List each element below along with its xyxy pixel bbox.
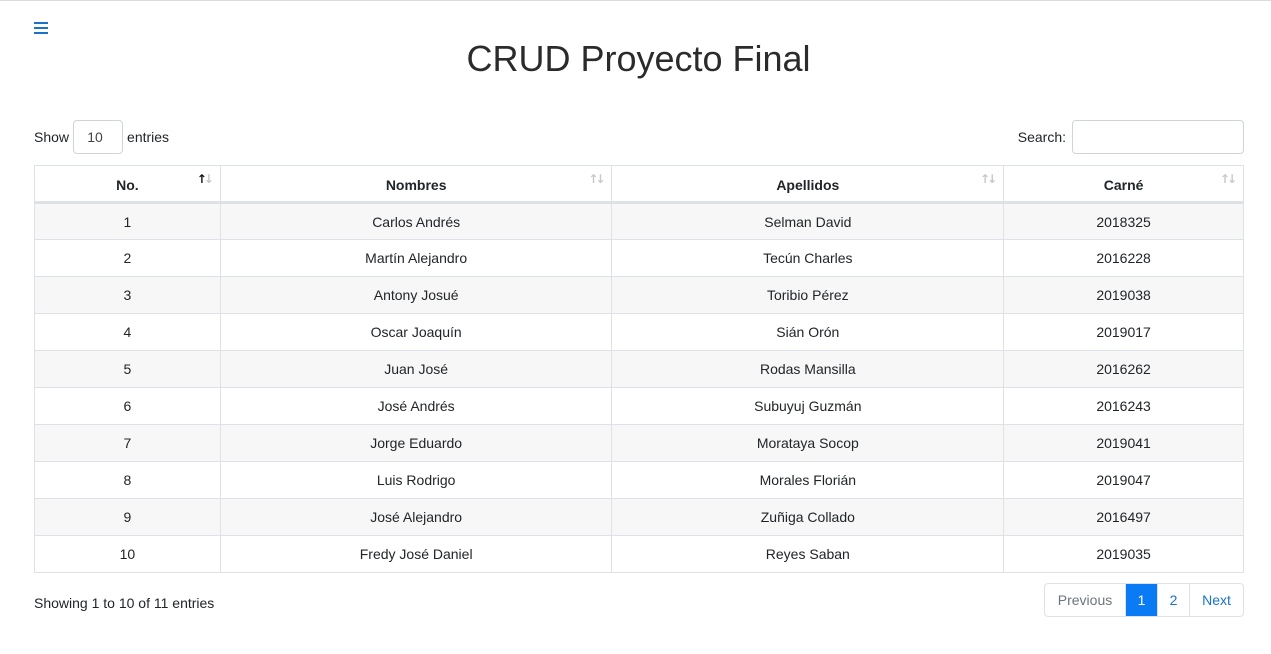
cell-apellidos: Subuyuj Guzmán xyxy=(611,387,1005,425)
cell-no: 4 xyxy=(34,313,221,351)
show-label: Show xyxy=(34,129,70,145)
students-table: No. ↑↓ Nombres ↑↓ Apellidos ↑↓ Carné ↑↓ … xyxy=(34,165,1244,573)
top-divider xyxy=(0,0,1271,1)
table-info-text: Showing 1 to 10 of 11 entries xyxy=(34,595,215,611)
cell-nombres: Antony Josué xyxy=(219,276,613,314)
sort-arrows-icon: ↑↓ xyxy=(588,172,605,186)
cell-carne: 2016243 xyxy=(1003,387,1244,425)
cell-no: 6 xyxy=(34,387,221,425)
cell-nombres: Martín Alejandro xyxy=(219,239,613,277)
cell-apellidos: Tecún Charles xyxy=(611,239,1005,277)
sort-arrows-icon: ↑↓ xyxy=(196,172,214,186)
column-header-label: Nombres xyxy=(385,176,447,193)
table-row[interactable]: 3 Antony Josué Toribio Pérez 2019038 xyxy=(34,276,1244,314)
cell-no: 10 xyxy=(34,535,221,573)
cell-carne: 2019038 xyxy=(1003,276,1244,314)
column-header-nombres[interactable]: Nombres ↑↓ xyxy=(219,165,613,204)
cell-carne: 2016228 xyxy=(1003,239,1244,277)
table-row[interactable]: 2 Martín Alejandro Tecún Charles 2016228 xyxy=(34,239,1244,277)
cell-apellidos: Reyes Saban xyxy=(611,535,1005,573)
cell-no: 1 xyxy=(34,202,221,240)
next-page-button[interactable]: Next xyxy=(1189,584,1243,616)
cell-apellidos: Rodas Mansilla xyxy=(611,350,1005,388)
table-row[interactable]: 1 Carlos Andrés Selman David 2018325 xyxy=(34,202,1244,240)
search-input[interactable] xyxy=(1072,120,1244,154)
table-row[interactable]: 8 Luis Rodrigo Morales Florián 2019047 xyxy=(34,461,1244,499)
cell-no: 5 xyxy=(34,350,221,388)
cell-nombres: Oscar Joaquín xyxy=(219,313,613,351)
cell-carne: 2018325 xyxy=(1003,202,1244,240)
cell-carne: 2019035 xyxy=(1003,535,1244,573)
cell-nombres: Juan José xyxy=(219,350,613,388)
cell-nombres: Fredy José Daniel xyxy=(219,535,613,573)
table-row[interactable]: 10 Fredy José Daniel Reyes Saban 2019035 xyxy=(34,535,1244,573)
page-2-button[interactable]: 2 xyxy=(1157,584,1189,616)
column-header-label: Apellidos xyxy=(776,176,840,193)
entries-select[interactable]: 10 xyxy=(73,120,124,154)
cell-no: 8 xyxy=(34,461,221,499)
table-row[interactable]: 9 José Alejandro Zuñiga Collado 2016497 xyxy=(34,498,1244,536)
cell-nombres: Luis Rodrigo xyxy=(219,461,613,499)
previous-page-button[interactable]: Previous xyxy=(1045,584,1125,616)
cell-no: 3 xyxy=(34,276,221,314)
cell-apellidos: Selman David xyxy=(611,202,1005,240)
cell-carne: 2016497 xyxy=(1003,498,1244,536)
cell-carne: 2019041 xyxy=(1003,424,1244,462)
column-header-label: Carné xyxy=(1103,176,1144,193)
cell-nombres: Carlos Andrés xyxy=(219,202,613,240)
table-row[interactable]: 4 Oscar Joaquín Sián Orón 2019017 xyxy=(34,313,1244,351)
sort-arrows-icon: ↑↓ xyxy=(1219,172,1237,186)
sort-arrows-icon: ↑↓ xyxy=(980,172,997,186)
cell-nombres: Jorge Eduardo xyxy=(219,424,613,462)
cell-no: 7 xyxy=(34,424,221,462)
cell-nombres: José Alejandro xyxy=(219,498,613,536)
entries-length-control: Show 10 entries xyxy=(34,120,169,154)
cell-carne: 2016262 xyxy=(1003,350,1244,388)
entries-label: entries xyxy=(127,129,170,145)
table-row[interactable]: 5 Juan José Rodas Mansilla 2016262 xyxy=(34,350,1244,388)
search-label: Search: xyxy=(1017,129,1066,145)
pagination: Previous 1 2 Next xyxy=(1044,583,1244,617)
cell-apellidos: Morales Florián xyxy=(611,461,1005,499)
column-header-label: No. xyxy=(116,176,139,193)
cell-apellidos: Morataya Socop xyxy=(611,424,1005,462)
cell-apellidos: Zuñiga Collado xyxy=(611,498,1005,536)
cell-apellidos: Sián Orón xyxy=(611,313,1005,351)
cell-carne: 2019017 xyxy=(1003,313,1244,351)
cell-no: 2 xyxy=(34,239,221,277)
cell-carne: 2019047 xyxy=(1003,461,1244,499)
page-title: CRUD Proyecto Final xyxy=(466,38,811,79)
cell-no: 9 xyxy=(34,498,221,536)
page-1-button[interactable]: 1 xyxy=(1125,584,1157,616)
table-row[interactable]: 6 José Andrés Subuyuj Guzmán 2016243 xyxy=(34,387,1244,425)
table-header-row: No. ↑↓ Nombres ↑↓ Apellidos ↑↓ Carné ↑↓ xyxy=(34,165,1244,204)
table-row[interactable]: 7 Jorge Eduardo Morataya Socop 2019041 xyxy=(34,424,1244,462)
cell-nombres: José Andrés xyxy=(219,387,613,425)
search-control: Search: xyxy=(1018,120,1244,154)
column-header-no[interactable]: No. ↑↓ xyxy=(34,165,221,204)
column-header-apellidos[interactable]: Apellidos ↑↓ xyxy=(611,165,1005,204)
column-header-carne[interactable]: Carné ↑↓ xyxy=(1003,165,1244,204)
hamburger-menu-icon[interactable] xyxy=(34,22,48,38)
cell-apellidos: Toribio Pérez xyxy=(611,276,1005,314)
